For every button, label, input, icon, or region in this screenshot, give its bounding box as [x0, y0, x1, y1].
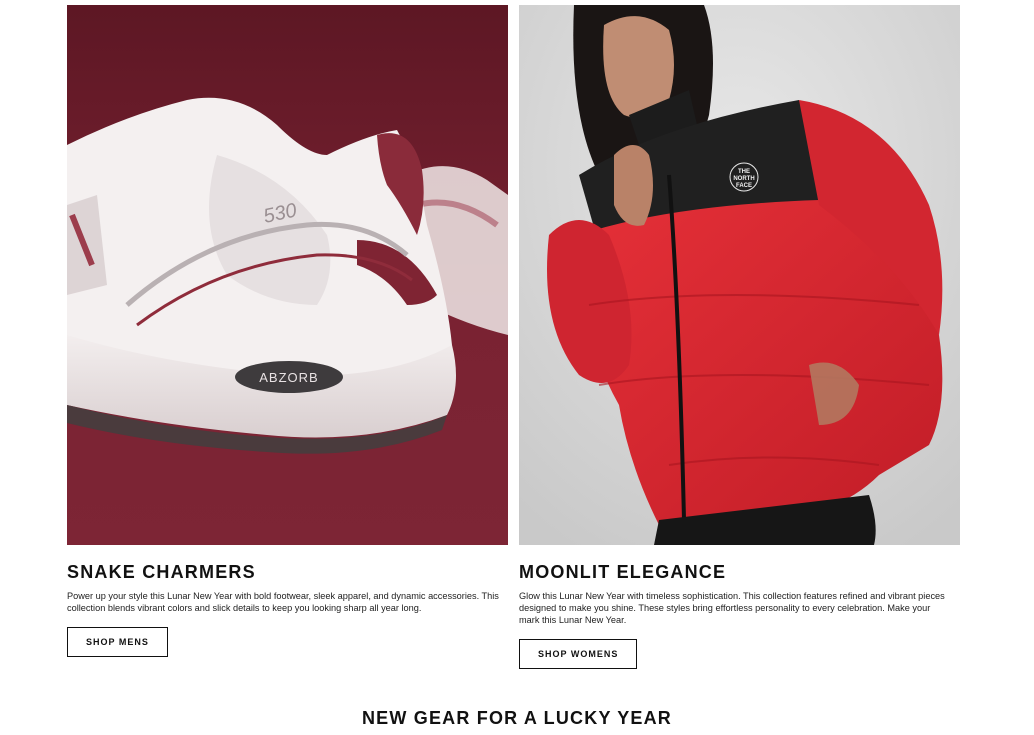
promo-card-womens: THE NORTH FACE MOONLIT ELEGANCE Glow thi… [519, 5, 960, 669]
shop-mens-button[interactable]: SHOP MENS [67, 627, 168, 657]
logo-line-1: THE [738, 169, 750, 175]
promo-title: MOONLIT ELEGANCE [519, 562, 727, 582]
promo-image-jacket[interactable]: THE NORTH FACE [519, 5, 960, 545]
promo-title: SNAKE CHARMERS [67, 562, 256, 582]
heel-badge-text: ABZORB [259, 370, 318, 385]
logo-line-3: FACE [736, 183, 752, 189]
promo-image-sneaker[interactable]: ABZORB 530 [67, 5, 508, 545]
promo-card-mens: ABZORB 530 SNAKE CHARMERS Power up your … [67, 5, 508, 657]
shop-womens-button[interactable]: SHOP WOMENS [519, 639, 638, 669]
promo-description: Power up your style this Lunar New Year … [67, 591, 499, 613]
section-heading: NEW GEAR FOR A LUCKY YEAR [361, 708, 673, 728]
promo-description: Glow this Lunar New Year with timeless s… [519, 591, 945, 625]
jacket-photo: THE NORTH FACE [519, 5, 960, 545]
logo-line-2: NORTH [733, 176, 754, 182]
sneaker-photo: ABZORB 530 [67, 5, 508, 545]
